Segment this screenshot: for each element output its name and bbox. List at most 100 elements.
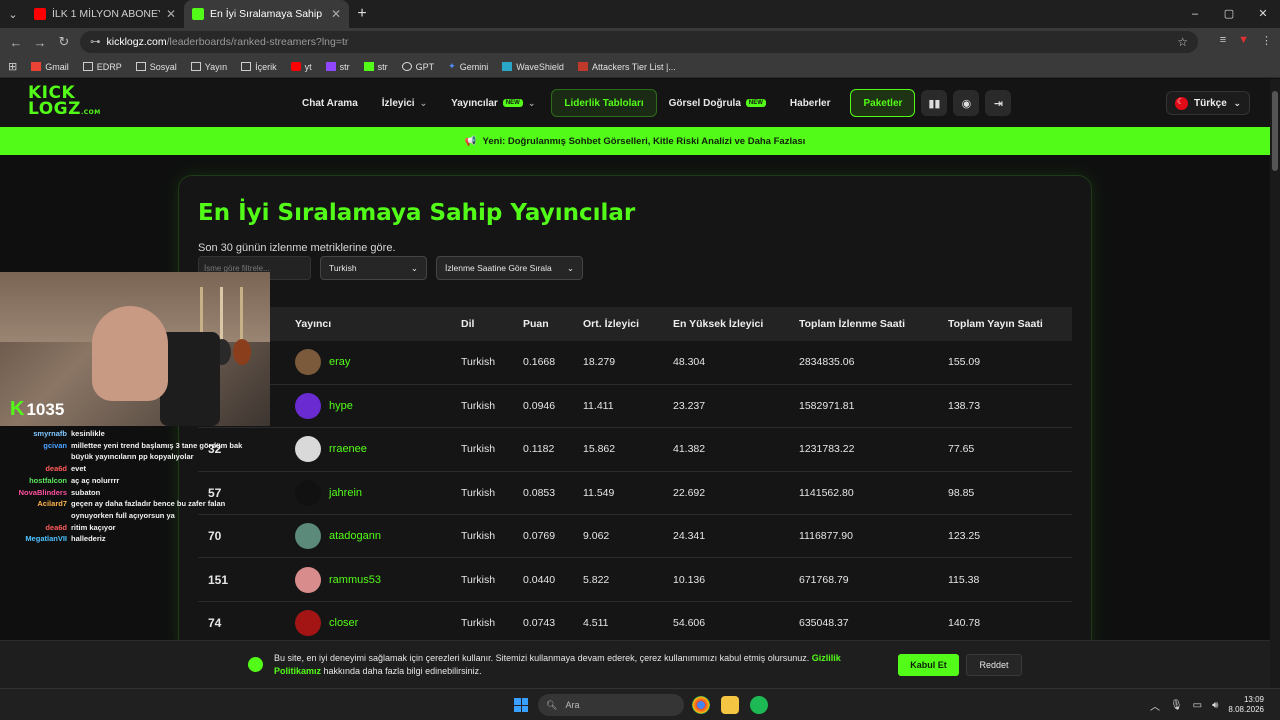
nav-gorsel-dogrula[interactable]: Görsel Doğrula NEW	[657, 89, 778, 117]
bookmark-item[interactable]: WaveShield	[502, 62, 564, 72]
new-badge: NEW	[745, 99, 766, 107]
reload-icon[interactable]: ↻	[52, 34, 76, 50]
close-window-button[interactable]: ✕	[1246, 0, 1280, 28]
chat-text: geçen ay daha fazladır bence bu zafer fa…	[71, 499, 226, 509]
login-icon[interactable]: ⇥	[985, 90, 1012, 116]
follower-count: 1035	[26, 399, 65, 419]
table-row[interactable]: 32 rraenee Turkish 0.1182 15.862 41.382 123178…	[198, 427, 1072, 472]
minimize-button[interactable]: –	[1178, 0, 1212, 28]
sort-select[interactable]: İzlenme Saatine Göre Sırala ⌄	[436, 256, 583, 280]
nav-paketler[interactable]: Paketler	[850, 89, 916, 117]
table-row[interactable]: eray Turkish 0.1668 18.279 48.304 2834835.06 1…	[198, 341, 1072, 385]
language-cell: Turkish	[461, 514, 523, 559]
media-icon[interactable]: ≡	[1220, 34, 1226, 47]
address-bar[interactable]: ⊶ kicklogz.com/leaderboards/ranked-strea…	[80, 31, 1198, 53]
column-header[interactable]: Puan	[523, 307, 583, 341]
avatar[interactable]	[295, 610, 321, 637]
promo-banner[interactable]: 📢 Yeni: Doğrulanmış Sohbet Görselleri, K…	[0, 127, 1270, 155]
avatar[interactable]	[295, 349, 321, 376]
table-row[interactable]: hype Turkish 0.0946 11.411 23.237 1582971.81 1…	[198, 384, 1072, 429]
new-tab-button[interactable]: +	[349, 5, 375, 23]
forward-icon[interactable]: →	[28, 35, 52, 50]
volume-icon[interactable]: 🔊︎	[1212, 700, 1218, 711]
stream-hours-cell: 123.25	[948, 514, 1072, 559]
column-header[interactable]: Dil	[461, 307, 523, 341]
site-info-icon[interactable]: ⊶	[90, 36, 101, 48]
avatar[interactable]	[295, 436, 321, 463]
tab-search-icon[interactable]: ⌄	[0, 8, 26, 21]
menu-icon[interactable]: ⋮	[1261, 34, 1272, 47]
microphone-icon[interactable]: 🎙︎	[1170, 700, 1183, 711]
column-header[interactable]: Ort. İzleyici	[583, 307, 673, 341]
avatar[interactable]	[295, 566, 321, 593]
column-header[interactable]: Toplam İzlenme Saati	[799, 307, 948, 341]
chevron-up-icon[interactable]: ︿	[1150, 698, 1160, 713]
nav-yayincilar[interactable]: Yayıncılar NEW ⌄	[439, 89, 547, 117]
close-tab-icon[interactable]: ✕	[331, 7, 341, 21]
streamer-name-link[interactable]: eray	[329, 356, 350, 368]
chat-username: dea6d	[45, 522, 67, 532]
discord-icon[interactable]: ◉	[953, 90, 980, 116]
avatar[interactable]	[295, 393, 321, 420]
avatar[interactable]	[295, 523, 321, 550]
language-filter-select[interactable]: Turkish ⌄	[320, 256, 427, 280]
column-header[interactable]: Yayıncı	[295, 307, 461, 341]
nav-chat-arama[interactable]: Chat Arama	[290, 89, 370, 117]
taskbar-search[interactable]: 🔍︎ Ara	[538, 694, 684, 716]
bookmark-item[interactable]: str	[363, 62, 388, 72]
browser-tab-bar: ⌄ İLK 1 MİLYON ABONEYİ GEÇEN ✕ En İyi Sı…	[0, 0, 1280, 28]
spotify-icon[interactable]	[750, 696, 768, 714]
kicklogz-logo[interactable]: KICK LOGZ.COM	[28, 85, 100, 121]
table-row[interactable]: 57 jahrein Turkish 0.0853 11.549 22.692 114156…	[198, 471, 1072, 516]
bookmark-star-icon[interactable]: ☆	[1177, 35, 1188, 49]
chrome-icon[interactable]	[692, 696, 710, 714]
streamer-name-link[interactable]: closer	[329, 617, 358, 629]
streamer-name-link[interactable]: jahrein	[329, 487, 362, 499]
peak-viewers-cell: 23.237	[673, 384, 799, 429]
streamer-name-link[interactable]: rraenee	[329, 443, 367, 455]
nav-liderlik-tablolari[interactable]: Liderlik Tabloları	[551, 89, 657, 117]
bookmark-item[interactable]: ✦ Gemini	[448, 61, 488, 72]
clock[interactable]: 13:09 8.08.2026	[1228, 695, 1264, 715]
bookmark-item[interactable]: GPT	[401, 62, 434, 72]
reject-cookies-button[interactable]: Reddet	[966, 654, 1022, 676]
nav-haberler[interactable]: Haberler	[778, 89, 843, 117]
page-scrollbar[interactable]	[1270, 79, 1280, 688]
back-icon[interactable]: ←	[4, 35, 28, 50]
language-cell: Turkish	[461, 601, 523, 646]
column-header[interactable]: En Yüksek İzleyici	[673, 307, 799, 341]
browser-tab-kicklogz[interactable]: En İyi Sıralamaya Sahip Yayıncıl ✕	[184, 0, 349, 28]
close-tab-icon[interactable]: ✕	[166, 7, 176, 21]
language-selector[interactable]: Türkçe ⌄	[1166, 91, 1250, 115]
bookmark-item[interactable]: yt	[290, 62, 312, 72]
gmail-icon	[31, 62, 42, 71]
bookmark-item[interactable]: EDRP	[82, 62, 122, 72]
bookmark-item[interactable]: Attackers Tier List |...	[577, 62, 676, 72]
streamer-name-link[interactable]: atadogann	[329, 530, 381, 542]
maximize-button[interactable]: ▢	[1212, 0, 1246, 28]
windows-taskbar: 🔍︎ Ara ︿ 🎙︎ ▭ 🔊︎ 13:09 8.08.2026	[0, 688, 1280, 720]
streamer-name-link[interactable]: hype	[329, 400, 353, 412]
scrollbar-thumb[interactable]	[1272, 91, 1278, 171]
nav-izleyici[interactable]: İzleyici ⌄	[370, 89, 439, 117]
bookmark-item[interactable]: Gmail	[31, 62, 69, 72]
accept-cookies-button[interactable]: Kabul Et	[898, 654, 959, 676]
page-title: En İyi Sıralamaya Sahip Yayıncılar	[198, 200, 636, 226]
streamer-name-link[interactable]: rammus53	[329, 574, 381, 586]
avatar[interactable]	[295, 479, 321, 506]
chart-icon[interactable]: ▮▮	[921, 90, 948, 116]
bookmark-item[interactable]: str	[325, 62, 350, 72]
bookmark-item[interactable]: Sosyal	[135, 62, 177, 72]
browser-tab-youtube[interactable]: İLK 1 MİLYON ABONEYİ GEÇEN ✕	[26, 0, 184, 28]
column-header[interactable]: Toplam Yayın Saati	[948, 307, 1072, 341]
table-row[interactable]: 151 rammus53 Turkish 0.0440 5.822 10.136 67176…	[198, 557, 1072, 602]
file-explorer-icon[interactable]	[721, 696, 739, 714]
bookmark-item[interactable]: Yayın	[190, 62, 227, 72]
extension-icon[interactable]: ▼	[1238, 34, 1249, 47]
bookmark-item[interactable]: İçerik	[241, 62, 277, 72]
table-row[interactable]: 74 closer Turkish 0.0743 4.511 54.606 635048.3…	[198, 601, 1072, 646]
table-row[interactable]: 70 atadogann Turkish 0.0769 9.062 24.341 11168…	[198, 514, 1072, 559]
network-icon[interactable]: ▭	[1193, 700, 1202, 711]
windows-start-icon[interactable]	[514, 698, 528, 712]
apps-grid-icon[interactable]: ⊞	[8, 60, 17, 73]
